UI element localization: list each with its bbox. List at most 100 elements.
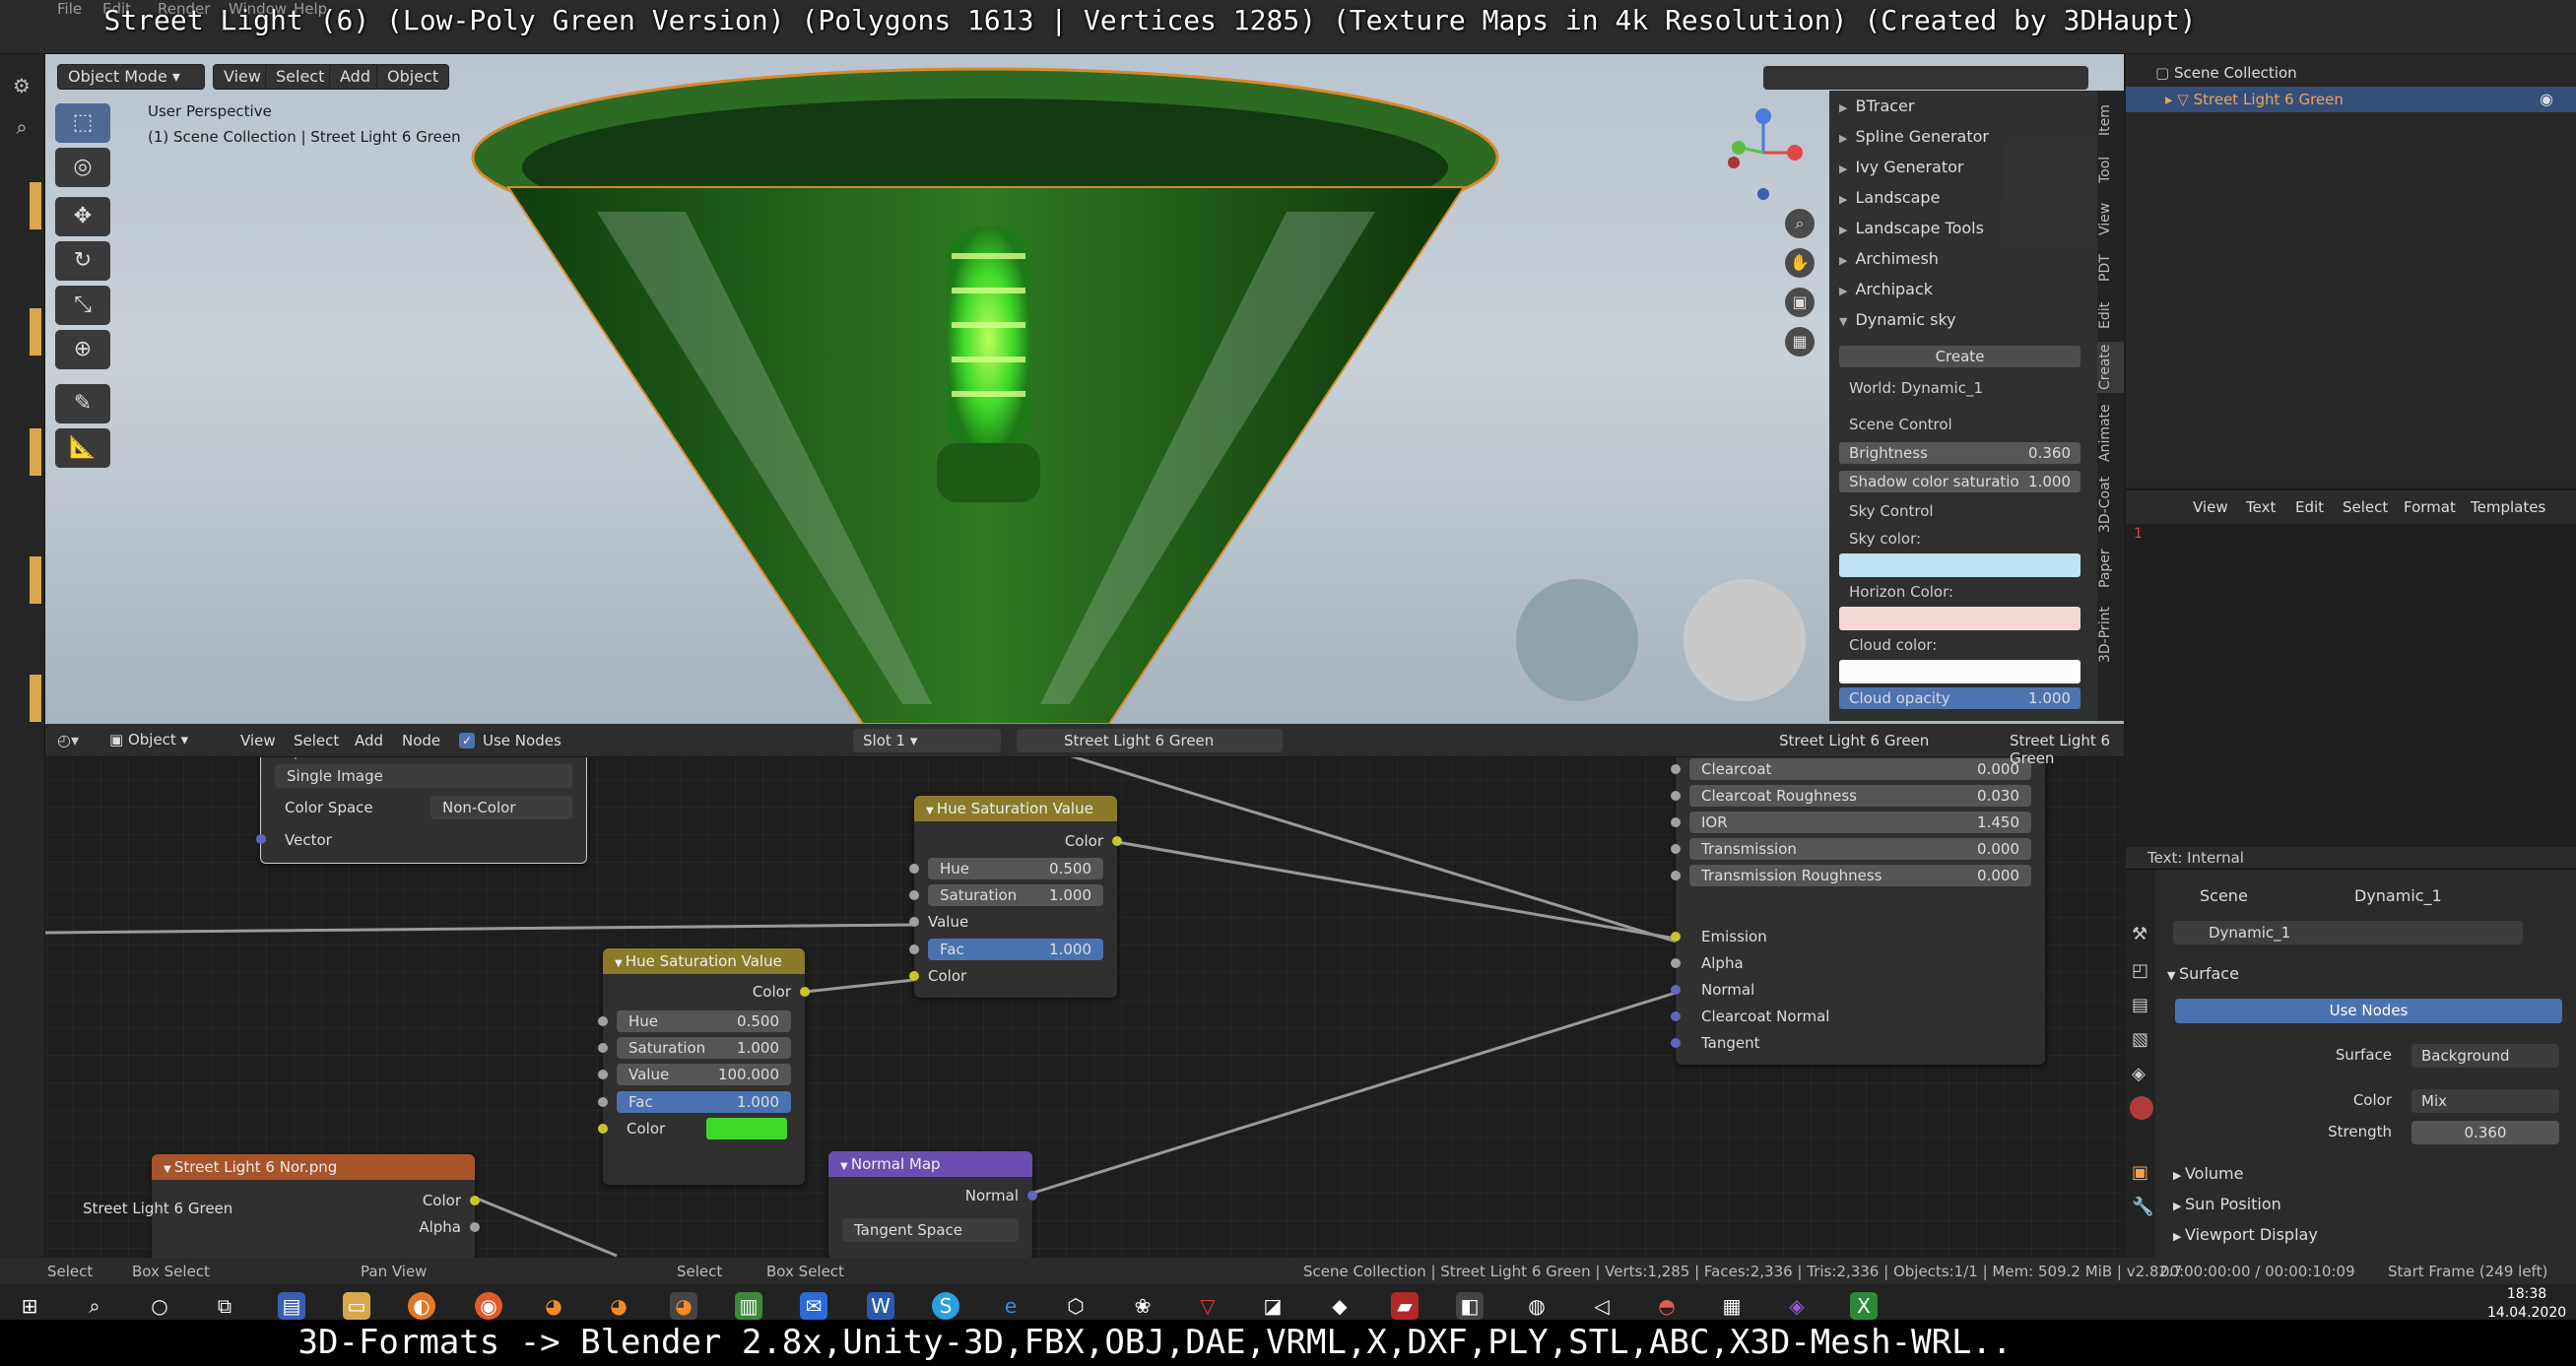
app-icon[interactable]: ▽ [1194,1292,1222,1320]
hue-saturation-node-1[interactable]: ▼ Hue Saturation Value Color Hue 0.500 Sa… [909,796,1122,998]
use-nodes-button[interactable]: Use Nodes [2175,999,2562,1023]
app-icon[interactable]: ◆ [1326,1292,1354,1320]
pdf-icon[interactable]: ▰ [1391,1292,1419,1320]
app-icon[interactable]: ❀ [1129,1292,1156,1320]
fac-field[interactable]: Fac 1.000 [928,939,1103,960]
measure-tool-icon[interactable]: 📐 [55,428,110,468]
node-menu-node[interactable]: Node [402,732,440,749]
navigation-gizmo[interactable] [1714,103,1813,202]
cloud-opacity-field[interactable]: Cloud opacity 1.000 [1839,687,2081,709]
editor-type-icon[interactable]: ⚙ [6,74,37,105]
scene-collection-item[interactable]: ▢ Scene Collection [2155,64,2297,82]
normal-socket[interactable] [1671,985,1681,995]
fac-field[interactable]: Fac 1.000 [617,1091,791,1113]
text-menu-edit[interactable]: Edit [2295,498,2324,516]
create-button[interactable]: Create [1839,346,2081,367]
addon-ivy-generator[interactable]: ▶ Ivy Generator [1839,158,1963,176]
tab-3d-coat[interactable]: 3D-Coat [2097,473,2124,537]
tool-tab-icon[interactable]: ⚒ [2132,924,2147,944]
space-dropdown[interactable]: Tangent Space [842,1218,1019,1242]
visibility-eye-icon[interactable]: ◉ [2540,90,2553,108]
app-icon[interactable]: ◓ [1653,1292,1681,1320]
clearcoat-field[interactable]: Clearcoat 0.000 [1689,758,2031,780]
windows-start-icon[interactable]: ⊞ [16,1292,43,1320]
bsdf-input-socket[interactable] [1671,844,1681,854]
editor-type-icon[interactable]: ◴▾ [57,731,79,749]
clearcoat-normal-socket[interactable] [1671,1011,1681,1021]
addon-archimesh[interactable]: ▶ Archimesh [1839,249,1939,268]
cloud-color-swatch[interactable] [1839,660,2081,683]
hue-saturation-node-2[interactable]: ▼ Hue Saturation Value Color Hue 0.500 Sa… [598,948,810,1185]
app-icon[interactable]: ◁ [1588,1292,1616,1320]
volume-panel-header[interactable]: ▶ Volume [2173,1164,2243,1183]
color-output-socket[interactable] [470,1196,480,1205]
edge-icon[interactable]: e [997,1292,1024,1320]
color-swatch[interactable] [706,1118,787,1139]
slot-dropdown[interactable]: Slot 1 ▾ [853,729,1001,752]
scale-tool-icon[interactable]: ⤡ [55,286,110,325]
value-field[interactable]: Value 100.000 [617,1064,791,1085]
render-tab-icon[interactable]: ◰ [2132,960,2148,981]
viewport-shading-buttons[interactable] [1763,66,2088,90]
pan-hand-icon[interactable]: ✋ [1785,248,1815,278]
ior-field[interactable]: IOR 1.450 [1689,812,2031,833]
viewport-menu-select[interactable]: Select [265,64,336,90]
bsdf-input-socket[interactable] [1671,764,1681,774]
camera-icon[interactable]: ▣ [1785,288,1815,317]
3d-viewer-icon[interactable]: ⬡ [1062,1292,1090,1320]
strength-field[interactable]: 0.360 [2411,1121,2559,1144]
normal-output-socket[interactable] [1027,1191,1037,1201]
value-socket[interactable] [909,917,919,927]
properties-scene[interactable]: Scene [2200,886,2248,905]
move-tool-icon[interactable]: ✥ [55,197,110,236]
node-menu-select[interactable]: Select [294,732,339,749]
horizon-color-swatch[interactable] [1839,607,2081,630]
shader-node-editor[interactable]: Repeat Single Image Color Space Non-Colo… [45,724,2124,1258]
modifier-tab-icon[interactable]: 🔧 [2132,1197,2153,1217]
tangent-socket[interactable] [1671,1038,1681,1048]
folder-icon[interactable] [30,308,41,356]
saturation-socket[interactable] [598,1043,608,1053]
color-output-socket[interactable] [800,987,810,997]
image-app-icon[interactable]: ▥ [735,1292,762,1320]
search-icon[interactable]: ⌕ [6,115,37,147]
saturation-field[interactable]: Saturation 1.000 [928,884,1103,906]
task-view-icon[interactable]: ⧉ [211,1292,238,1320]
fac-socket[interactable] [598,1097,608,1107]
addon-spline-generator[interactable]: ▶ Spline Generator [1839,127,1989,146]
use-nodes-checkbox[interactable]: ✓ [459,733,475,748]
color-input-socket[interactable] [598,1124,608,1134]
normal-map-node[interactable]: ▼ Normal Map Normal Tangent Space [828,1151,1037,1258]
blender-icon[interactable]: ◕ [540,1292,567,1320]
cortana-icon[interactable]: ○ [146,1292,173,1320]
sun-position-panel-header[interactable]: ▶ Sun Position [2173,1195,2281,1213]
output-tab-icon[interactable]: ▤ [2132,995,2148,1015]
text-editor[interactable]: View Text Edit Select Format Templates 1… [2126,489,2576,870]
saturation-field[interactable]: Saturation 1.000 [617,1037,791,1059]
alpha-socket[interactable] [1671,958,1681,968]
brightness-field[interactable]: Brightness 0.360 [1839,442,2081,464]
bsdf-input-socket[interactable] [1671,791,1681,801]
material-selector[interactable]: Street Light 6 Green [1017,729,1283,752]
search-icon[interactable]: ⌕ [81,1292,108,1320]
transmission-field[interactable]: Transmission 0.000 [1689,838,2031,860]
skype-icon[interactable]: S [932,1292,959,1320]
view-layer-tab-icon[interactable]: ▧ [2132,1029,2148,1050]
mode-dropdown[interactable]: Object Mode ▾ [57,64,205,90]
word-icon[interactable]: W [867,1292,894,1320]
blender-icon[interactable]: ◕ [605,1292,632,1320]
transform-tool-icon[interactable]: ⊕ [55,330,110,369]
scene-object-selector[interactable]: Street Light 6 Green [1779,732,1929,749]
text-menu-text[interactable]: Text [2246,498,2276,516]
folder-icon[interactable] [30,428,41,476]
alpha-output-socket[interactable] [470,1222,480,1232]
tab-view[interactable]: View [2097,199,2124,238]
addon-archipack[interactable]: ▶ Archipack [1839,280,1933,298]
vector-input-socket[interactable] [256,834,266,844]
file-explorer-icon[interactable]: ▭ [343,1292,370,1320]
shader-type-dropdown[interactable]: ▣ Object ▾ [109,731,213,752]
text-menu-view[interactable]: View [2193,498,2228,516]
folder-icon[interactable] [30,182,41,229]
fac-socket[interactable] [909,944,919,954]
node-menu-add[interactable]: Add [355,732,383,749]
